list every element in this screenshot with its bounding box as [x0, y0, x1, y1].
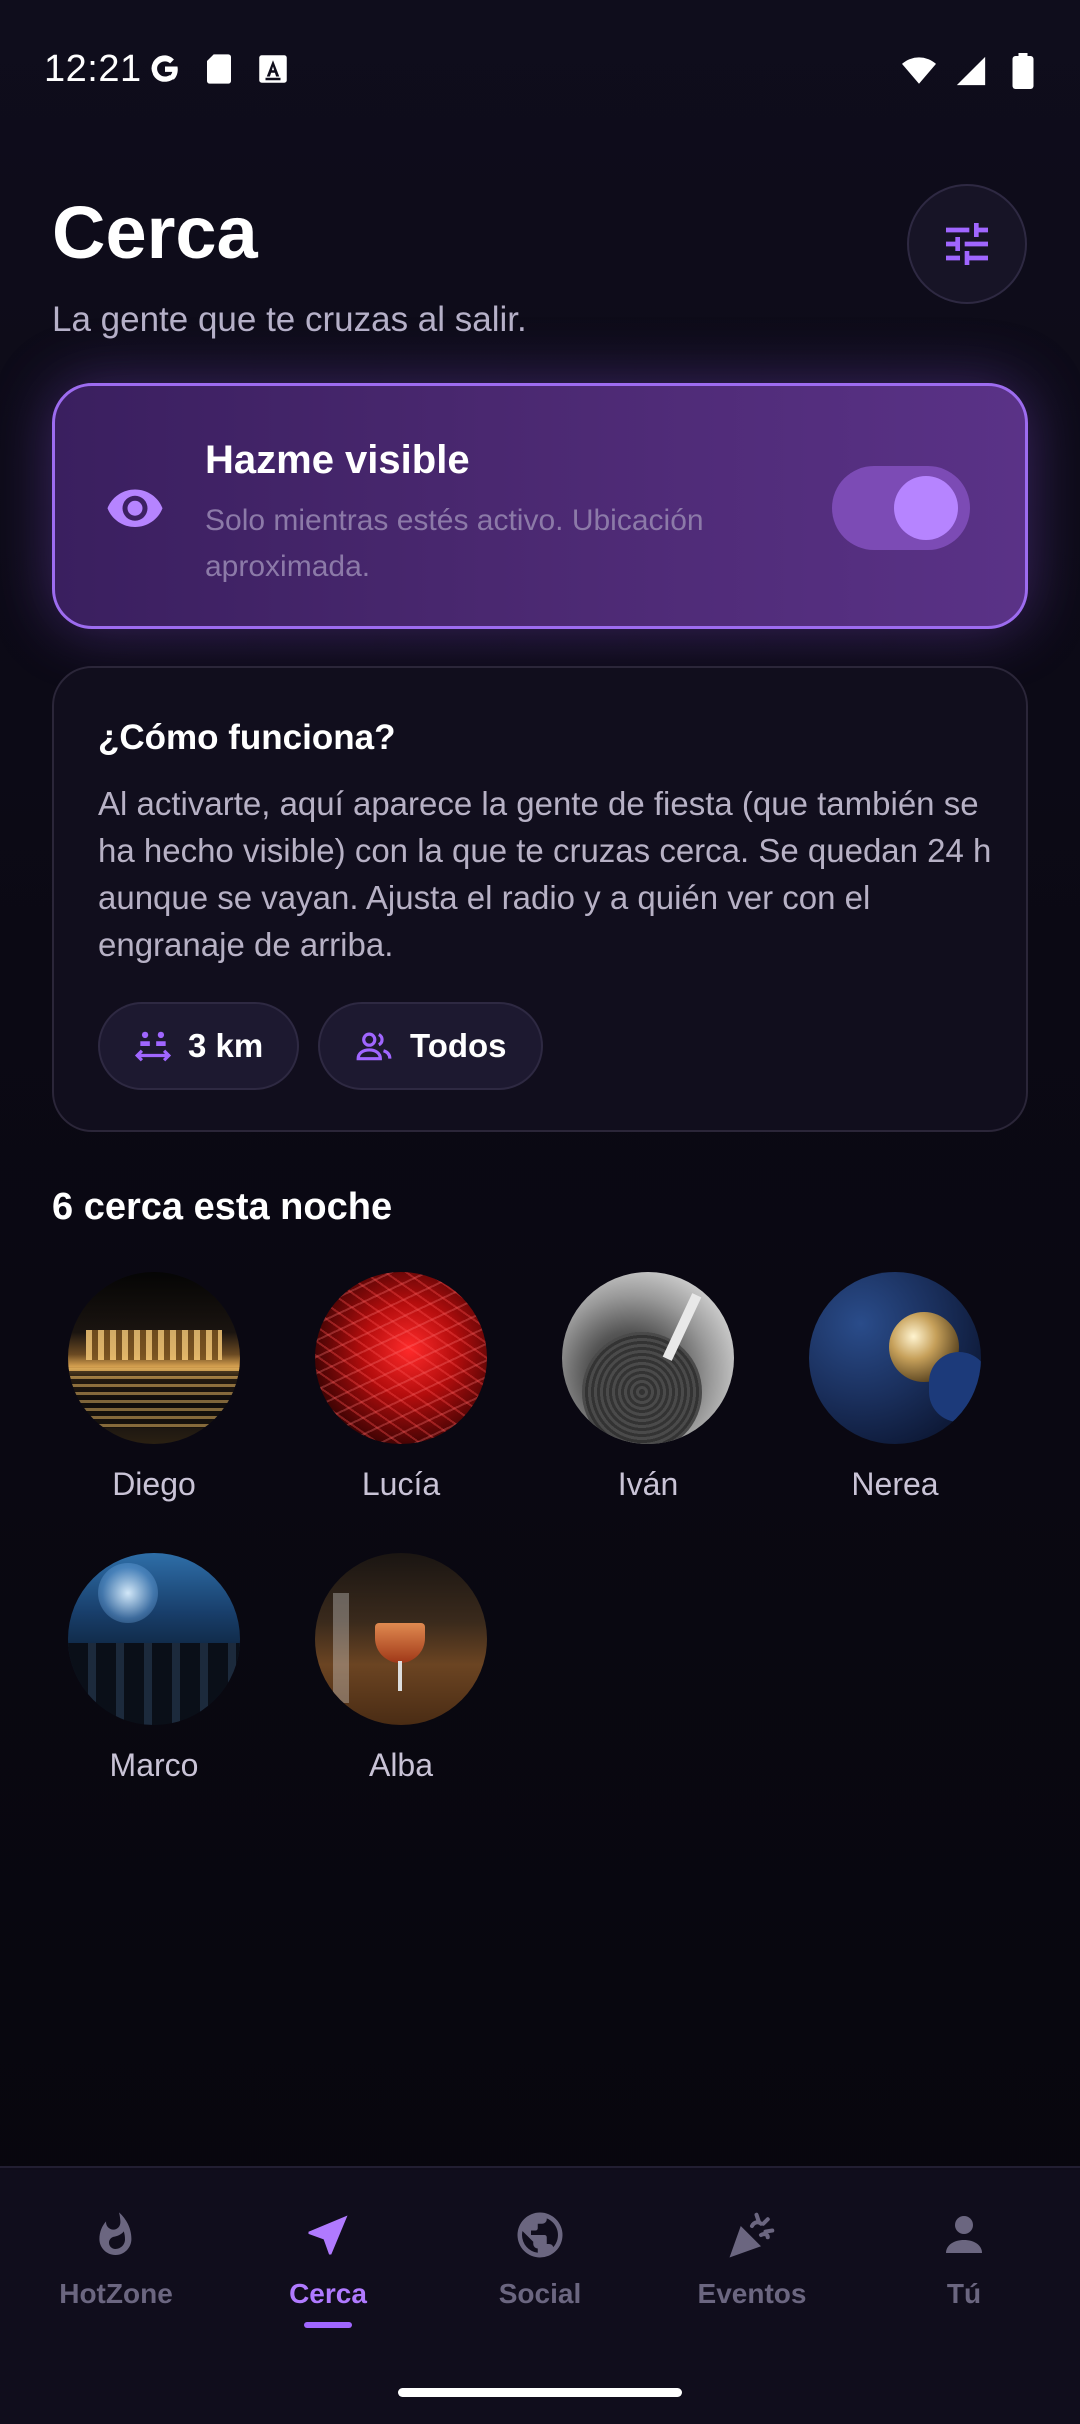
eye-icon: [107, 489, 163, 527]
status-icons-left: [148, 52, 290, 86]
person-card-ivan[interactable]: Iván: [548, 1272, 748, 1503]
flame-icon: [99, 2212, 132, 2255]
wifi-icon: [902, 54, 936, 88]
a-box-icon: [256, 52, 290, 86]
nav-label: Tú: [946, 2278, 982, 2309]
active-indicator: [304, 2322, 352, 2328]
person-card-marco[interactable]: Marco: [54, 1553, 254, 1784]
nav-label: Cerca: [289, 2278, 367, 2309]
avatar: [68, 1553, 240, 1725]
nav-item-cerca[interactable]: Cerca: [238, 2208, 418, 2328]
nav-label: HotZone: [59, 2278, 173, 2309]
page-subtitle: La gente que te cruzas al salir.: [52, 300, 527, 339]
how-it-works-body: Al activarte, aquí aparece la gente de f…: [98, 785, 992, 963]
visibility-card: Hazme visible Solo mientras estés activo…: [52, 383, 1028, 629]
nav-label: Social: [498, 2278, 582, 2309]
person-card-diego[interactable]: Diego: [54, 1272, 254, 1503]
status-time: 12:21: [44, 48, 142, 90]
person-name: Alba: [368, 1747, 434, 1783]
nav-item-tu[interactable]: Tú: [874, 2208, 1054, 2310]
person-name: Lucía: [361, 1466, 441, 1502]
visibility-description: Solo mientras estés activo. Ubicación ap…: [205, 504, 704, 583]
person-name: Iván: [617, 1466, 679, 1502]
status-icons-right: [902, 53, 1040, 89]
bottom-navigation: HotZone Cerca Social Eventos Tú: [0, 2166, 1080, 2424]
tune-icon: [946, 223, 988, 265]
distance-icon: [134, 1031, 172, 1062]
avatar: [315, 1553, 487, 1725]
filter-settings-button[interactable]: [907, 184, 1027, 304]
avatar: [68, 1272, 240, 1444]
how-it-works-title: ¿Cómo funciona?: [98, 718, 396, 757]
audience-chip[interactable]: Todos: [318, 1002, 543, 1090]
nav-item-social[interactable]: Social: [450, 2208, 630, 2310]
radius-chip-label: 3 km: [188, 1027, 264, 1064]
person-name: Nerea: [851, 1466, 939, 1502]
globe-icon: [517, 2212, 563, 2258]
cell-signal-icon: [954, 54, 988, 88]
visibility-title: Hazme visible: [205, 438, 470, 482]
party-popper-icon: [729, 2212, 775, 2258]
google-icon: [148, 52, 182, 86]
visibility-toggle[interactable]: [832, 466, 970, 550]
people-icon: [356, 1032, 392, 1061]
sd-card-icon: [202, 52, 236, 86]
person-card-nerea[interactable]: Nerea: [795, 1272, 995, 1503]
person-name: Marco: [109, 1747, 199, 1783]
toggle-knob: [894, 476, 958, 540]
person-card-alba[interactable]: Alba: [301, 1553, 501, 1784]
nav-item-hotzone[interactable]: HotZone: [26, 2208, 206, 2310]
page-title: Cerca: [52, 191, 258, 274]
status-bar: 12:21: [0, 0, 1080, 140]
how-it-works-card: ¿Cómo funciona? Al activarte, aquí apare…: [52, 666, 1028, 1132]
nav-label: Eventos: [697, 2278, 807, 2309]
battery-icon: [1006, 53, 1040, 89]
person-icon: [946, 2216, 982, 2253]
person-name: Diego: [112, 1466, 196, 1502]
nearby-title: 6 cerca esta noche: [52, 1186, 393, 1228]
person-card-lucia[interactable]: Lucía: [301, 1272, 501, 1503]
avatar: [315, 1272, 487, 1444]
radius-chip[interactable]: 3 km: [98, 1002, 300, 1090]
nav-item-eventos[interactable]: Eventos: [662, 2208, 842, 2310]
navigation-arrow-icon: [308, 2215, 348, 2255]
avatar: [809, 1272, 981, 1444]
avatar: [562, 1272, 734, 1444]
audience-chip-label: Todos: [410, 1027, 507, 1064]
home-indicator[interactable]: [398, 2388, 682, 2397]
